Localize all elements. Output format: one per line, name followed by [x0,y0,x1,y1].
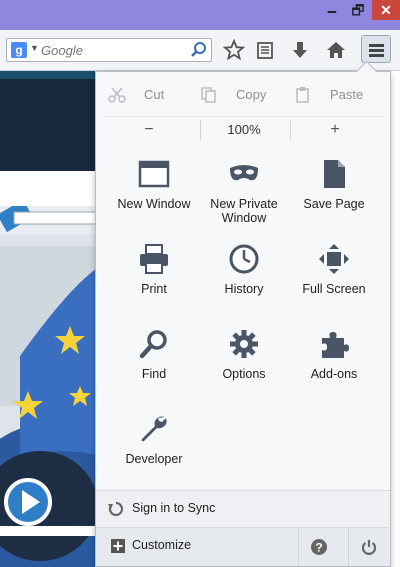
quit-button[interactable] [348,528,389,566]
help-glyph: ? [315,541,322,555]
developer-label: Developer [125,452,183,466]
download-icon[interactable] [288,38,312,62]
minimize-button[interactable]: 🗕 [320,0,344,20]
find-button[interactable]: Find [108,326,200,406]
customize-label: Customize [132,538,192,552]
search-box[interactable]: g ▼ [6,38,212,62]
wrench-icon [141,416,167,442]
paste-button[interactable]: Paste [294,82,380,108]
developer-button[interactable]: Developer [108,411,200,491]
help-button[interactable]: ? [298,528,339,566]
help-icon: ? [311,539,327,555]
new-window-label: New Window [117,197,191,211]
zoom-out-button[interactable]: − [134,119,164,141]
search-input[interactable] [41,41,191,59]
sign-in-sync-button[interactable]: Sign in to Sync [96,490,390,527]
gear-icon [230,330,258,358]
add-ons-label: Add-ons [310,367,358,381]
zoom-controls: − 100% + [104,116,384,143]
window-icon [138,160,170,188]
history-button[interactable]: History [198,241,290,321]
clipboard-icon [296,87,309,103]
history-label: History [224,282,264,296]
title-bar: 🗕 🗗 ✕ [0,0,400,30]
sync-icon [108,501,124,517]
mask-icon [230,165,258,181]
full-screen-button[interactable]: Full Screen [288,241,380,321]
copy-icon [201,87,216,103]
plus-box-icon [111,539,125,553]
add-ons-button[interactable]: Add-ons [288,326,380,406]
menu-button[interactable] [361,35,391,63]
chevron-down-icon[interactable]: ▼ [30,43,39,53]
new-window-button[interactable]: New Window [108,156,200,236]
magnifier-icon [139,330,167,359]
print-label: Print [141,282,167,296]
sign-in-sync-label: Sign in to Sync [132,501,216,515]
search-icon[interactable] [190,41,208,59]
reading-list-icon[interactable] [253,38,277,62]
save-page-label: Save Page [303,197,365,211]
edit-controls: Cut Copy Paste [104,82,384,108]
copy-button[interactable]: Copy [200,82,290,108]
find-label: Find [141,367,167,381]
maximize-button[interactable]: 🗗 [346,0,370,20]
power-icon [361,540,377,555]
search-engine-icon[interactable]: g [11,42,27,58]
navigation-toolbar: g ▼ [0,30,400,71]
clock-icon [229,244,259,274]
zoom-in-button[interactable]: + [320,119,350,141]
page-icon [324,160,345,188]
new-private-window-label: New Private Window [210,197,278,225]
page-screenshot-image [0,199,101,567]
cut-button[interactable]: Cut [108,82,188,108]
full-screen-label: Full Screen [302,282,366,296]
cut-label: Cut [144,87,165,102]
options-label: Options [222,367,266,381]
zoom-reset-button[interactable]: 100% [208,119,280,141]
save-page-button[interactable]: Save Page [288,156,380,236]
printer-icon [140,244,168,274]
home-icon[interactable] [324,38,348,62]
scissors-icon [108,87,126,103]
print-button[interactable]: Print [108,241,200,321]
puzzle-icon [322,332,349,358]
options-button[interactable]: Options [198,326,290,406]
page-header-image [0,71,100,171]
customize-button[interactable]: Customize [96,528,296,566]
copy-label: Copy [236,87,267,102]
fullscreen-icon [319,244,349,274]
menu-footer: Customize ? [96,527,390,566]
close-button[interactable]: ✕ [372,0,400,20]
bookmark-star-icon[interactable] [222,38,246,62]
new-private-window-button[interactable]: New Private Window [198,156,290,236]
app-menu-panel: Cut Copy Paste − 100% + New Window New P… [95,71,391,567]
paste-label: Paste [330,87,364,102]
